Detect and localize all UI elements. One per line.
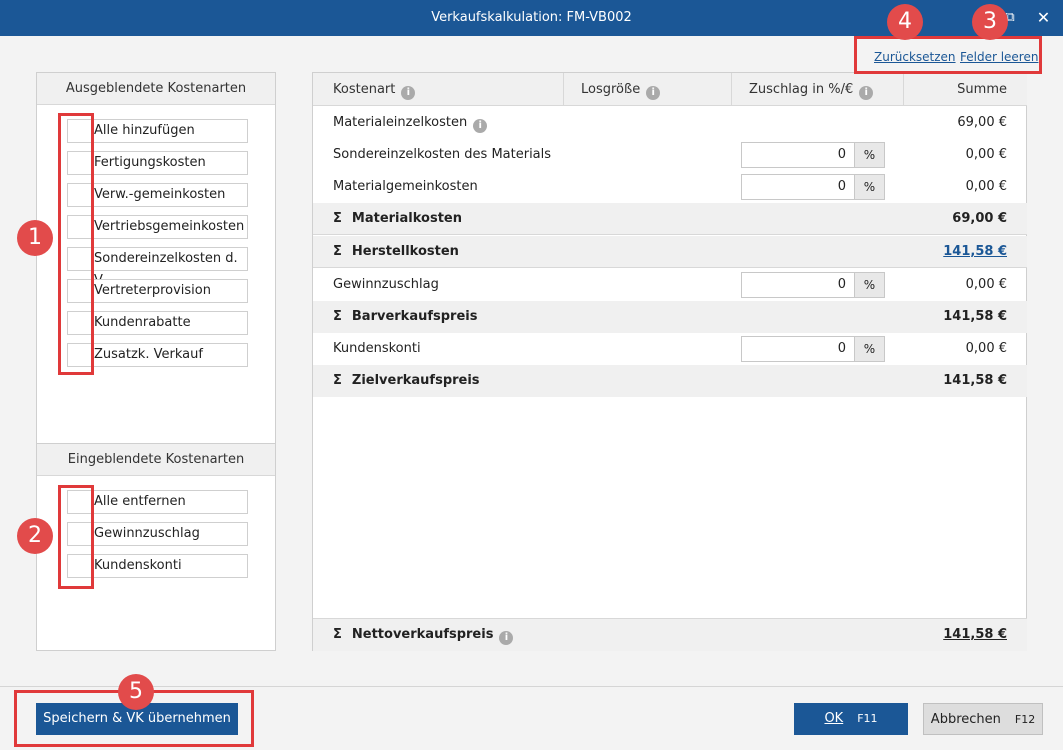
surcharge-input[interactable]: 0	[741, 142, 855, 168]
sigma-icon: Σ	[333, 244, 342, 259]
info-icon[interactable]: i	[473, 119, 488, 133]
column-divider	[731, 73, 732, 106]
row-name: Σ Herstellkosten	[333, 236, 459, 268]
table-row: Gewinnzuschlag 0 % 0,00 €	[313, 269, 1027, 301]
subtotal-row: Σ Materialkosten 69,00 €	[313, 203, 1027, 235]
row-name: Σ Barverkaufspreis	[333, 301, 477, 333]
herstellkosten-link[interactable]: 141,58 €	[943, 236, 1007, 268]
row-name: Σ Zielverkaufspreis	[333, 365, 480, 397]
info-icon[interactable]: i	[499, 631, 514, 645]
surcharge-input[interactable]: 0	[741, 336, 855, 362]
cancel-shortcut: F12	[1014, 713, 1036, 726]
row-name: Gewinnzuschlag	[333, 277, 439, 292]
cost-type-label: Kundenrabatte	[67, 311, 248, 335]
cost-type-label: Kundenskonti	[67, 554, 248, 578]
net-price-value: 141,58 €	[943, 627, 1007, 642]
row-sum: 141,58 €	[943, 309, 1007, 324]
unit-toggle[interactable]: %	[855, 336, 885, 362]
row-sum: 69,00 €	[957, 115, 1007, 130]
row-sum: 0,00 €	[965, 277, 1007, 292]
ok-label: OK	[824, 711, 844, 726]
annotation-box-add	[58, 113, 94, 375]
table-row: Materialgemeinkosten 0 % 0,00 €	[313, 171, 1027, 203]
row-name-label: Materialkosten	[351, 211, 462, 226]
row-name: Kundenskonti	[333, 341, 421, 356]
table-row: Sondereinzelkosten des Materials 0 % 0,0…	[313, 139, 1027, 171]
surcharge-input[interactable]: 0	[741, 174, 855, 200]
cost-type-label: Vertriebsgemeinkosten	[67, 215, 248, 239]
cost-type-label: Zusatzk. Verkauf	[67, 343, 248, 367]
header-summe: Summe	[957, 82, 1007, 97]
sigma-icon: Σ	[333, 627, 342, 642]
row-name-label: Barverkaufspreis	[351, 309, 478, 324]
hidden-panel-title: Ausgeblendete Kostenarten	[37, 73, 275, 105]
sigma-icon: Σ	[333, 211, 342, 226]
header-zuschlag-label: Zuschlag in %/€	[749, 82, 854, 97]
column-divider	[563, 73, 564, 106]
table-header: Kostenart i Losgröße i Zuschlag in %/€ i Su…	[313, 73, 1027, 106]
info-icon[interactable]: i	[646, 86, 661, 100]
calculation-table: Kostenart i Losgröße i Zuschlag in %/€ i Su…	[312, 72, 1027, 651]
header-losgroesse: Losgröße i	[581, 73, 661, 106]
unit-toggle[interactable]: %	[855, 142, 885, 168]
annotation-badge-2: 2	[17, 518, 53, 554]
sigma-icon: Σ	[333, 309, 342, 324]
subtotal-row: Σ Barverkaufspreis 141,58 €	[313, 301, 1027, 333]
row-sum: 69,00 €	[952, 211, 1007, 226]
header-zuschlag: Zuschlag in %/€ i	[749, 73, 874, 106]
header-losgroesse-label: Losgröße	[581, 82, 641, 97]
subtotal-row: Σ Zielverkaufspreis 141,58 €	[313, 365, 1027, 397]
row-name: Σ Materialkosten	[333, 203, 462, 235]
ok-shortcut: F11	[857, 712, 878, 725]
row-name: Sondereinzelkosten des Materials	[333, 147, 552, 162]
annotation-badge-5: 5	[118, 674, 154, 710]
column-divider	[903, 73, 904, 106]
unit-toggle[interactable]: %	[855, 272, 885, 298]
header-kostenart: Kostenart i	[333, 73, 416, 106]
sigma-icon: Σ	[333, 373, 342, 388]
unit-toggle[interactable]: %	[855, 174, 885, 200]
surcharge-input[interactable]: 0	[741, 272, 855, 298]
ok-button[interactable]: OK F11	[794, 703, 908, 735]
close-icon[interactable]: ✕	[1024, 0, 1063, 36]
row-name: Materialgemeinkosten	[333, 179, 478, 194]
row-sum: 0,00 €	[965, 341, 1007, 356]
cost-type-label: Alle hinzufügen	[67, 119, 248, 143]
row-name-label: Nettoverkaufspreis	[351, 627, 494, 642]
table-row: Kundenskonti 0 % 0,00 €	[313, 333, 1027, 365]
cost-type-label: Vertreterprovision	[67, 279, 248, 303]
subtotal-row: Σ Herstellkosten 141,58 €	[313, 236, 1027, 268]
info-icon[interactable]: i	[401, 86, 416, 100]
cost-type-label: Fertigungskosten	[67, 151, 248, 175]
shown-panel-title: Eingeblendete Kostenarten	[37, 444, 275, 476]
row-sum: 0,00 €	[965, 179, 1007, 194]
row-name-label: Materialeinzelkosten	[333, 115, 468, 130]
row-sum: 0,00 €	[965, 147, 1007, 162]
row-name: Σ Nettoverkaufspreis i	[333, 619, 514, 651]
cost-type-label: Verw.-gemeinkosten	[67, 183, 248, 207]
header-kostenart-label: Kostenart	[333, 82, 396, 97]
annotation-badge-3: 3	[972, 4, 1008, 40]
annotation-box-remove	[58, 485, 94, 589]
annotation-box-links	[854, 36, 1042, 74]
table-row: Materialeinzelkosten i 69,00 €	[313, 107, 1027, 139]
row-name-label: Herstellkosten	[351, 244, 459, 259]
cost-type-label: Alle entfernen	[67, 490, 248, 514]
row-sum: 141,58 €	[943, 373, 1007, 388]
cancel-label: Abbrechen	[930, 712, 1001, 727]
total-row: Σ Nettoverkaufspreis i 141,58 €	[313, 618, 1027, 651]
row-name: Materialeinzelkosten i	[333, 107, 488, 139]
info-icon[interactable]: i	[859, 86, 874, 100]
cost-type-label: Sondereinzelkosten d. V.	[67, 247, 248, 288]
row-name-label: Zielverkaufspreis	[351, 373, 480, 388]
cost-type-label: Gewinnzuschlag	[67, 522, 248, 546]
annotation-badge-1: 1	[17, 220, 53, 256]
cancel-button[interactable]: Abbrechen F12	[923, 703, 1043, 735]
annotation-badge-4: 4	[887, 4, 923, 40]
